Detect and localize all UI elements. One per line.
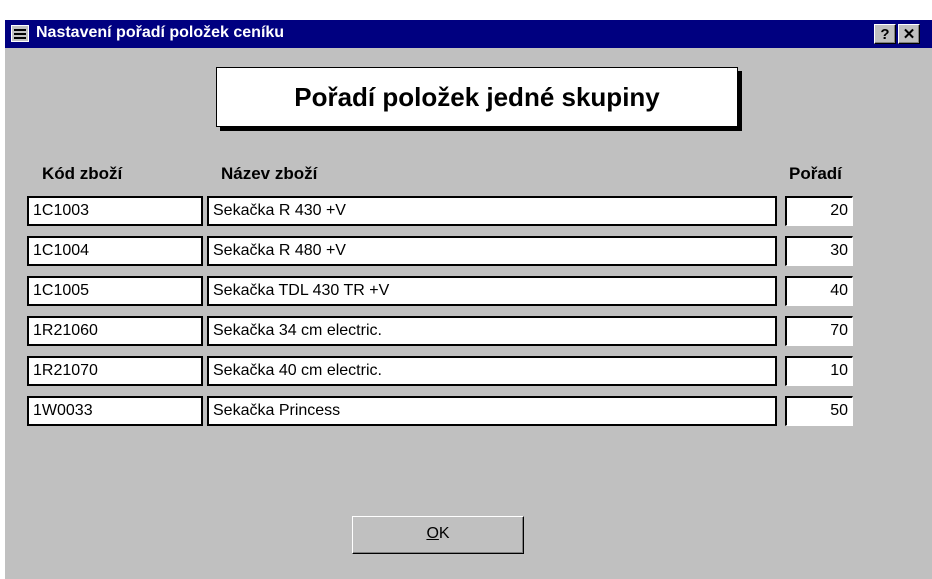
order-input[interactable]: 70 — [785, 316, 853, 346]
help-button[interactable]: ? — [874, 24, 896, 44]
product-code-cell: 1C1003 — [27, 196, 203, 226]
close-button[interactable]: ✕ — [898, 24, 920, 44]
list-icon — [11, 25, 29, 42]
order-input[interactable]: 50 — [785, 396, 853, 426]
column-header-order: Pořadí — [789, 164, 842, 183]
title-bar[interactable]: Nastavení pořadí položek ceníku ? ✕ — [5, 20, 932, 48]
product-code-cell: 1C1004 — [27, 236, 203, 266]
product-name-cell: Sekačka R 430 +V — [207, 196, 777, 226]
product-code-cell: 1W0033 — [27, 396, 203, 426]
product-name-cell: Sekačka TDL 430 TR +V — [207, 276, 777, 306]
product-code-cell: 1C1005 — [27, 276, 203, 306]
product-name-cell: Sekačka Princess — [207, 396, 777, 426]
group-header: Pořadí položek jedné skupiny — [216, 67, 738, 127]
ok-button[interactable]: OK — [352, 516, 524, 554]
ok-label-rest: K — [438, 525, 450, 542]
order-input[interactable]: 10 — [785, 356, 853, 386]
product-name-cell: Sekačka 40 cm electric. — [207, 356, 777, 386]
order-input[interactable]: 20 — [785, 196, 853, 226]
order-input[interactable]: 40 — [785, 276, 853, 306]
column-header-name: Název zboží — [221, 164, 318, 183]
ok-mnemonic: O — [426, 525, 439, 542]
product-code-cell: 1R21070 — [27, 356, 203, 386]
dialog-window: Nastavení pořadí položek ceníku ? ✕ Pořa… — [5, 20, 932, 579]
product-name-cell: Sekačka 34 cm electric. — [207, 316, 777, 346]
product-code-cell: 1R21060 — [27, 316, 203, 346]
window-title: Nastavení pořadí položek ceníku — [36, 24, 285, 41]
product-name-cell: Sekačka R 480 +V — [207, 236, 777, 266]
column-header-code: Kód zboží — [42, 164, 123, 183]
order-input[interactable]: 30 — [785, 236, 853, 266]
